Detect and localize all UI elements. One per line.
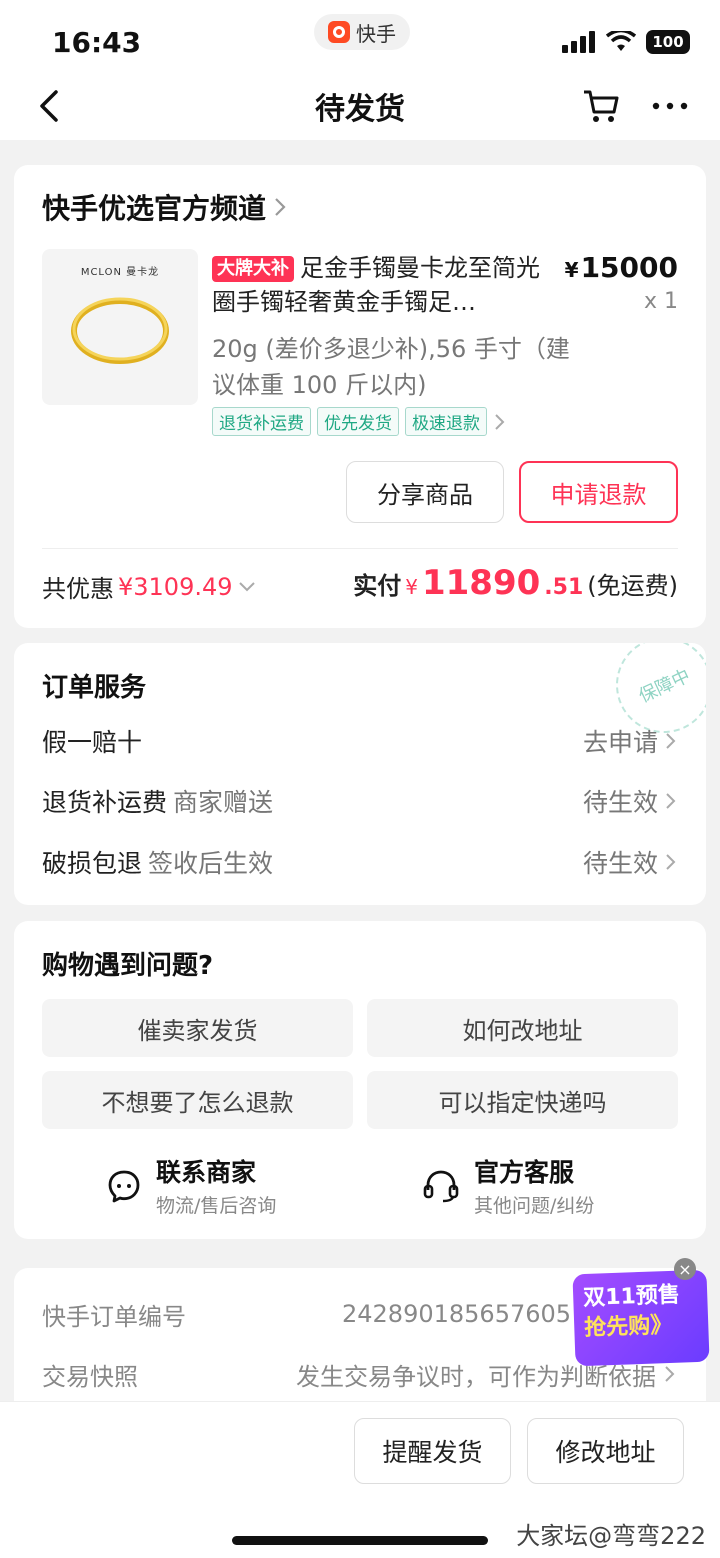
help-title: 购物遇到问题? (42, 951, 214, 981)
service-status: 待生效 (582, 849, 658, 878)
specify-courier-button[interactable]: 可以指定快递吗 (367, 1071, 678, 1129)
paid-amount: 实付 ¥ 11890.51 (免运费) (353, 563, 678, 603)
trade-snapshot-label: 交易快照 (42, 1362, 138, 1391)
service-sub: 商家赠送 (173, 788, 274, 817)
change-address-help-button[interactable]: 如何改地址 (367, 999, 678, 1057)
divider (42, 548, 678, 549)
status-icons: 100 (562, 30, 690, 54)
service-label: 退货补运费 (42, 788, 168, 817)
price-currency: ¥ (564, 258, 579, 282)
service-status: 去申请 (582, 728, 658, 757)
paid-currency: ¥ (405, 575, 418, 599)
official-service-label: 官方客服 (474, 1158, 575, 1187)
wifi-icon (606, 31, 636, 51)
chat-bubble-icon (108, 1170, 140, 1202)
promo-line1: 双11预售 (582, 1282, 681, 1311)
chevron-down-icon (238, 581, 255, 591)
app-name: 快手 (356, 21, 396, 46)
paid-integer: 11890 (421, 563, 541, 603)
product-price: ¥15000 (565, 251, 678, 284)
double11-promo-badge[interactable]: 双11预售 抢先购》 (572, 1269, 710, 1367)
contact-merchant-desc: 物流/售后咨询 (156, 1195, 277, 1217)
close-icon[interactable]: × (674, 1258, 696, 1280)
cart-icon[interactable] (580, 84, 622, 126)
order-services-card: 订单服务 保障中 假一赔十 去申请 退货补运费 商家赠送 待生效 破损包退 签收后生… (14, 643, 706, 905)
product-quantity: x 1 (643, 289, 678, 314)
help-question-grid: 催卖家发货 如何改地址 不想要了怎么退款 可以指定快递吗 (42, 999, 678, 1129)
discount-label: 共优惠 (42, 575, 114, 603)
tag-return-shipping: 退货补运费 (212, 407, 311, 436)
discount-summary[interactable]: 共优惠 ¥3109.49 (42, 569, 257, 604)
modify-address-button[interactable]: 修改地址 (527, 1418, 684, 1484)
discount-value: ¥3109.49 (118, 572, 233, 601)
chevron-right-icon (666, 733, 676, 749)
promo-line2: 抢先购》 (583, 1312, 673, 1341)
product-image[interactable]: MCLON 曼卡龙 (42, 249, 198, 405)
watermark-text: 大家坛@弯弯222 (516, 1522, 706, 1550)
status-bar: 16:43 快手 100 (0, 0, 720, 80)
paid-label: 实付 (353, 572, 402, 600)
bottom-action-bar: 提醒发货 修改地址 大家坛@弯弯222 (0, 1401, 720, 1558)
chevron-right-icon (665, 1366, 675, 1382)
order-number-label: 快手订单编号 (42, 1302, 186, 1331)
app-indicator-pill[interactable]: 快手 (314, 14, 410, 50)
service-row-damage-return[interactable]: 破损包退 签收后生效 待生效 (42, 842, 678, 882)
refund-help-button[interactable]: 不想要了怎么退款 (42, 1071, 353, 1129)
chevron-right-icon (275, 198, 286, 216)
service-status: 待生效 (582, 788, 658, 817)
gold-bangle-image (71, 297, 169, 364)
signal-icon (562, 31, 595, 53)
more-icon[interactable] (650, 86, 690, 126)
product-title[interactable]: 大牌大补 足金手镯曼卡龙至简光圈手镯轻奢黄金手镯足… (212, 251, 558, 319)
official-service-desc: 其他问题/纠纷 (474, 1195, 595, 1217)
official-service-button[interactable]: 官方客服 其他问题/纠纷 (422, 1153, 594, 1218)
home-indicator[interactable] (232, 1536, 488, 1545)
paid-decimal: .51 (544, 575, 584, 600)
service-row-counterfeit[interactable]: 假一赔十 去申请 (42, 721, 678, 761)
shop-link[interactable]: 快手优选官方频道 (42, 187, 288, 227)
shopping-help-card: 购物遇到问题? 催卖家发货 如何改地址 不想要了怎么退款 可以指定快递吗 联系商… (14, 921, 706, 1239)
contact-merchant-button[interactable]: 联系商家 物流/售后咨询 (106, 1153, 276, 1218)
navigation-bar: 待发货 (0, 80, 720, 140)
service-tags[interactable]: 退货补运费 优先发货 极速退款 (212, 407, 507, 436)
services-title: 订单服务 (42, 673, 147, 703)
tag-priority-shipping: 优先发货 (317, 407, 399, 436)
apply-refund-button[interactable]: 申请退款 (519, 461, 678, 523)
tag-fast-refund: 极速退款 (405, 407, 487, 436)
remind-shipping-button[interactable]: 提醒发货 (354, 1418, 511, 1484)
kuaishou-logo-icon (328, 21, 350, 43)
status-time: 16:43 (52, 26, 142, 59)
product-spec: 20g (差价多退少补),56 手寸（建议体重 100 斤以内) (212, 335, 570, 399)
headset-icon (423, 1170, 459, 1202)
service-row-return-shipping[interactable]: 退货补运费 商家赠送 待生效 (42, 781, 678, 821)
service-sub: 签收后生效 (148, 849, 274, 878)
share-product-button[interactable]: 分享商品 (346, 461, 504, 523)
service-label: 假一赔十 (42, 728, 143, 757)
chevron-right-icon (666, 854, 676, 870)
service-label: 破损包退 (42, 849, 143, 878)
paid-note: (免运费) (587, 572, 678, 600)
contact-merchant-label: 联系商家 (156, 1158, 257, 1187)
price-value: 15000 (580, 251, 678, 284)
chevron-right-icon (666, 793, 676, 809)
shop-name: 快手优选官方频道 (42, 192, 267, 225)
urge-shipping-button[interactable]: 催卖家发货 (42, 999, 353, 1057)
big-brand-badge: 大牌大补 (212, 256, 294, 282)
product-card: 快手优选官方频道 MCLON 曼卡龙 大牌大补 足金手镯曼卡龙至简光圈手镯轻奢黄金… (14, 165, 706, 628)
chevron-right-icon (495, 413, 505, 430)
battery-icon: 100 (646, 30, 690, 54)
